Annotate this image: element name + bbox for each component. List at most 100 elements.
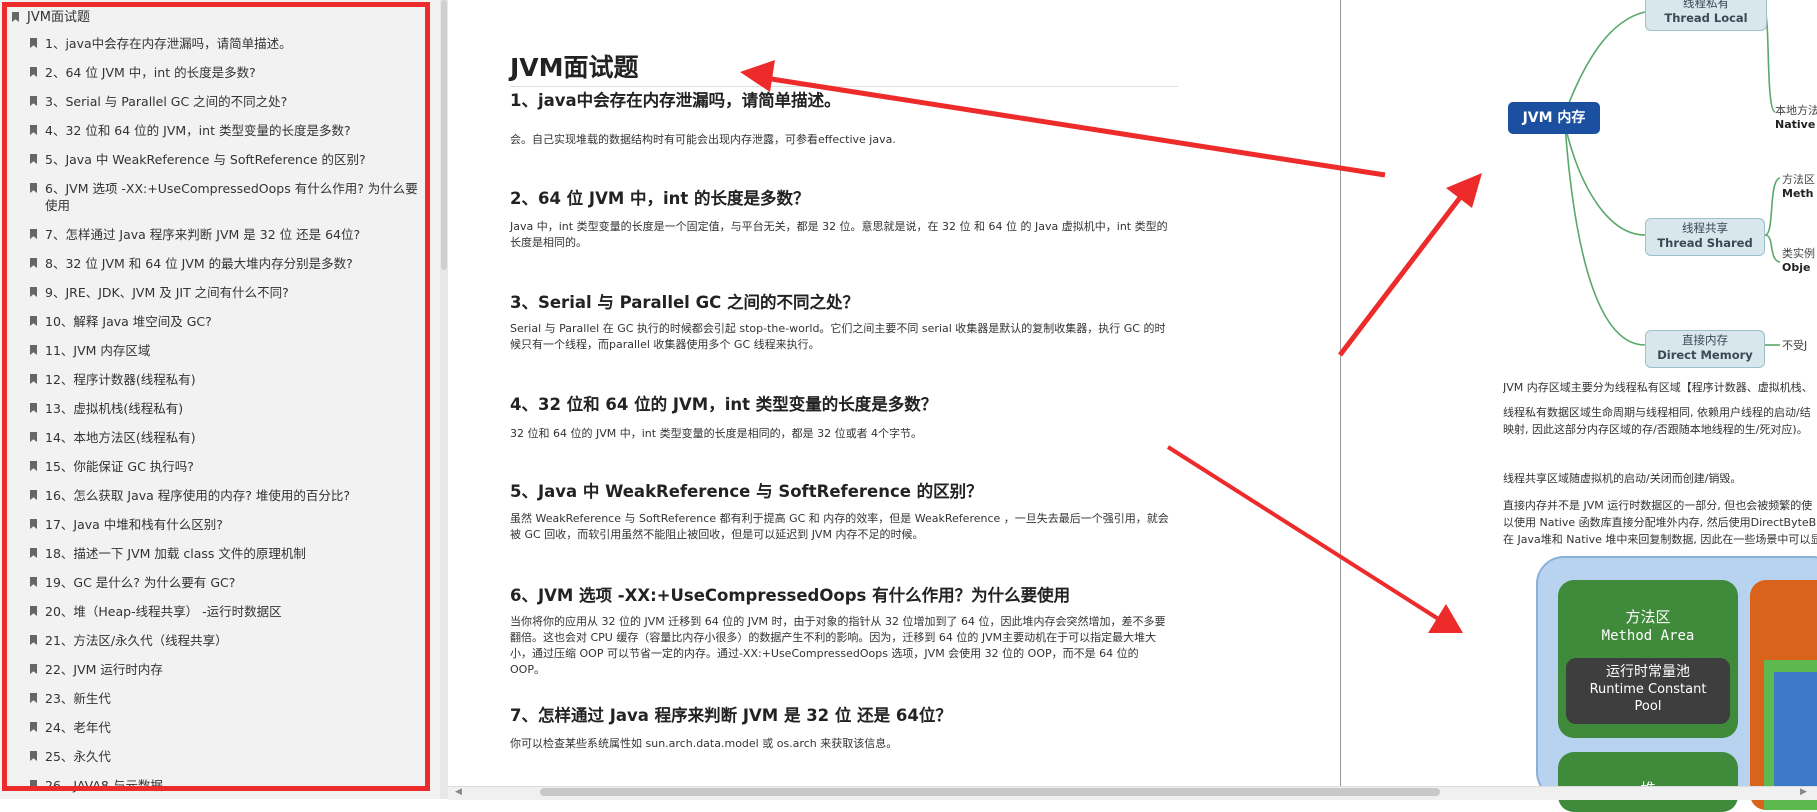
question-heading: 1、java中会存在内存泄漏吗，请简单描述。: [510, 91, 841, 110]
mindmap-node-thread-shared: 线程共享 Thread Shared: [1645, 218, 1765, 256]
bookmark-label: 15、你能保证 GC 执行吗?: [45, 459, 194, 474]
bookmark-icon: [30, 229, 37, 239]
bookmark-item[interactable]: 21、方法区/永久代（线程共享）: [30, 632, 430, 649]
bookmark-item[interactable]: 5、Java 中 WeakReference 与 SoftReference 的…: [30, 151, 430, 168]
bookmark-item[interactable]: 2、64 位 JVM 中，int 的长度是多数?: [30, 64, 430, 81]
horizontal-scrollbar-thumb[interactable]: [540, 788, 1440, 796]
bookmark-item[interactable]: 17、Java 中堆和栈有什么区别?: [30, 516, 430, 533]
bookmark-item[interactable]: 22、JVM 运行时内存: [30, 661, 430, 678]
mindmap-node-thread-local: 线程私有 Thread Local: [1645, 0, 1767, 31]
bookmark-root[interactable]: JVM面试题: [12, 6, 90, 25]
mindmap-node-direct-memory: 直接内存 Direct Memory: [1645, 330, 1765, 368]
bookmark-label: 25、永久代: [45, 749, 111, 764]
bookmark-item[interactable]: 19、GC 是什么? 为什么要有 GC?: [30, 574, 430, 591]
bookmark-item[interactable]: 26、JAVA8 与元数据: [30, 777, 430, 794]
memory-paragraph: 以使用 Native 函数库直接分配堆外内存, 然后使用DirectByteBu: [1503, 516, 1817, 529]
bookmark-root-label: JVM面试题: [27, 10, 90, 25]
bookmark-item[interactable]: 25、永久代: [30, 748, 430, 765]
question-heading: 3、Serial 与 Parallel GC 之间的不同之处？: [510, 293, 859, 312]
side-label-en: Meth: [1782, 187, 1814, 200]
bookmark-label: 1、java中会存在内存泄漏吗，请简单描述。: [45, 36, 292, 51]
side-label-cn: 不受J: [1782, 339, 1808, 352]
bookmark-icon: [30, 606, 37, 616]
bookmark-item[interactable]: 16、怎么获取 Java 程序使用的内存? 堆使用的百分比?: [30, 487, 430, 504]
bookmark-label: 10、解释 Java 堆空间及 GC?: [45, 314, 212, 329]
question-answer: 32 位和 64 位的 JVM 中，int 类型变量的长度是相同的，都是 32 …: [510, 427, 923, 440]
bookmark-icon: [30, 96, 37, 106]
bookmark-label: 7、怎样通过 Java 程序来判断 JVM 是 32 位 还是 64位?: [45, 227, 361, 242]
question-heading: 5、Java 中 WeakReference 与 SoftReference 的…: [510, 482, 983, 501]
bookmark-icon: [30, 125, 37, 135]
bookmark-item[interactable]: 18、描述一下 JVM 加载 class 文件的原理机制: [30, 545, 430, 562]
bookmark-item[interactable]: 13、虚拟机栈(线程私有): [30, 400, 430, 417]
node-label-cn: 直接内存: [1682, 333, 1728, 347]
node-label-en: Thread Local: [1664, 11, 1748, 25]
bookmark-item[interactable]: 20、堆（Heap-线程共享） -运行时数据区: [30, 603, 430, 620]
bookmark-label: 21、方法区/永久代（线程共享）: [45, 633, 228, 648]
bookmark-icon: [30, 722, 37, 732]
bookmark-item[interactable]: 4、32 位和 64 位的 JVM，int 类型变量的长度是多数?: [30, 122, 430, 139]
bookmark-list: 1、java中会存在内存泄漏吗，请简单描述。 2、64 位 JVM 中，int 的…: [30, 35, 430, 799]
memory-paragraph: 在 Java堆和 Native 堆中来回复制数据, 因此在一些场景中可以显: [1503, 533, 1817, 546]
bookmark-icon: [12, 12, 19, 22]
bookmark-label: 6、JVM 选项 -XX:+UseCompressedOops 有什么作用? 为…: [45, 181, 418, 213]
bookmark-item[interactable]: 24、老年代: [30, 719, 430, 736]
bookmark-icon: [30, 316, 37, 326]
bookmark-label: 22、JVM 运行时内存: [45, 662, 163, 677]
bookmark-item[interactable]: 7、怎样通过 Java 程序来判断 JVM 是 32 位 还是 64位?: [30, 226, 430, 243]
bookmark-item[interactable]: 3、Serial 与 Parallel GC 之间的不同之处?: [30, 93, 430, 110]
bookmark-icon: [30, 403, 37, 413]
memory-paragraph: 映射, 因此这部分内存区域的存/否跟随本地线程的生/死对应)。: [1503, 423, 1808, 436]
question-heading: 7、怎样通过 Java 程序来判断 JVM 是 32 位 还是 64位？: [510, 706, 952, 725]
bookmark-icon: [30, 461, 37, 471]
bookmark-icon: [30, 548, 37, 558]
bookmark-item[interactable]: 11、JVM 内存区域: [30, 342, 430, 359]
bookmark-label: 23、新生代: [45, 691, 111, 706]
bookmark-item[interactable]: 15、你能保证 GC 执行吗?: [30, 458, 430, 475]
node-label-en: Direct Memory: [1657, 348, 1753, 362]
bookmark-item[interactable]: 23、新生代: [30, 690, 430, 707]
bookmark-item[interactable]: 8、32 位 JVM 和 64 位 JVM 的最大堆内存分别是多数?: [30, 255, 430, 272]
mindmap-side-label: 不受J: [1782, 339, 1807, 353]
bookmark-label: 24、老年代: [45, 720, 111, 735]
memory-paragraph: JVM 内存区域主要分为线程私有区域【程序计数器、虚拟机栈、: [1503, 381, 1813, 394]
bookmark-icon: [30, 577, 37, 587]
node-label-cn: 线程私有: [1683, 0, 1729, 10]
side-label-en: Native: [1775, 118, 1816, 131]
side-label-cn: 方法区: [1782, 173, 1815, 186]
sidebar-scrollbar-thumb[interactable]: [441, 0, 447, 270]
bookmark-icon: [30, 635, 37, 645]
method-area-label-cn: 方法区: [1625, 608, 1671, 626]
method-area-label-en: Method Area: [1601, 628, 1695, 644]
bookmark-label: 26、JAVA8 与元数据: [45, 778, 163, 793]
bookmark-label: 8、32 位 JVM 和 64 位 JVM 的最大堆内存分别是多数?: [45, 256, 353, 271]
bookmark-item[interactable]: 12、程序计数器(线程私有): [30, 371, 430, 388]
bookmark-label: 2、64 位 JVM 中，int 的长度是多数?: [45, 65, 256, 80]
bookmark-icon: [30, 780, 37, 790]
runtime-constant-pool-block: 运行时常量池 Runtime Constant Pool: [1566, 658, 1730, 724]
memory-paragraph: 直接内存并不是 JVM 运行时数据区的一部分, 但也会被频繁的使: [1503, 499, 1813, 512]
bookmark-icon: [30, 287, 37, 297]
question-answer: 当你将你的应用从 32 位的 JVM 迁移到 64 位的 JVM 时，由于对象的…: [510, 615, 1166, 676]
document-title: JVM面试题: [510, 53, 639, 82]
bookmark-label: 11、JVM 内存区域: [45, 343, 151, 358]
bookmark-item[interactable]: 14、本地方法区(线程私有): [30, 429, 430, 446]
question-answer: Serial 与 Parallel 在 GC 执行的时候都会引起 stop-th…: [510, 322, 1166, 351]
bookmark-item[interactable]: 10、解释 Java 堆空间及 GC?: [30, 313, 430, 330]
bookmark-item[interactable]: 1、java中会存在内存泄漏吗，请简单描述。: [30, 35, 430, 52]
bookmark-label: 12、程序计数器(线程私有): [45, 372, 196, 387]
bookmark-label: 19、GC 是什么? 为什么要有 GC?: [45, 575, 236, 590]
bookmark-label: 3、Serial 与 Parallel GC 之间的不同之处?: [45, 94, 288, 109]
scroll-right-icon[interactable]: ▶: [1800, 787, 1807, 798]
bookmark-label: 5、Java 中 WeakReference 与 SoftReference 的…: [45, 152, 366, 167]
mindmap-side-label: 方法区 Meth: [1782, 173, 1815, 201]
question-heading: 2、64 位 JVM 中，int 的长度是多数？: [510, 189, 810, 208]
bookmark-item[interactable]: 9、JRE、JDK、JVM 及 JIT 之间有什么不同?: [30, 284, 430, 301]
bookmark-icon: [30, 258, 37, 268]
scroll-left-icon[interactable]: ◀: [455, 787, 462, 798]
bookmark-label: 13、虚拟机栈(线程私有): [45, 401, 184, 416]
question-answer: Java 中，int 类型变量的长度是一个固定值，与平台无关，都是 32 位。意…: [510, 220, 1168, 249]
bookmark-label: 16、怎么获取 Java 程序使用的内存? 堆使用的百分比?: [45, 488, 350, 503]
bookmark-label: 9、JRE、JDK、JVM 及 JIT 之间有什么不同?: [45, 285, 289, 300]
bookmark-item[interactable]: 6、JVM 选项 -XX:+UseCompressedOops 有什么作用? 为…: [30, 180, 430, 214]
